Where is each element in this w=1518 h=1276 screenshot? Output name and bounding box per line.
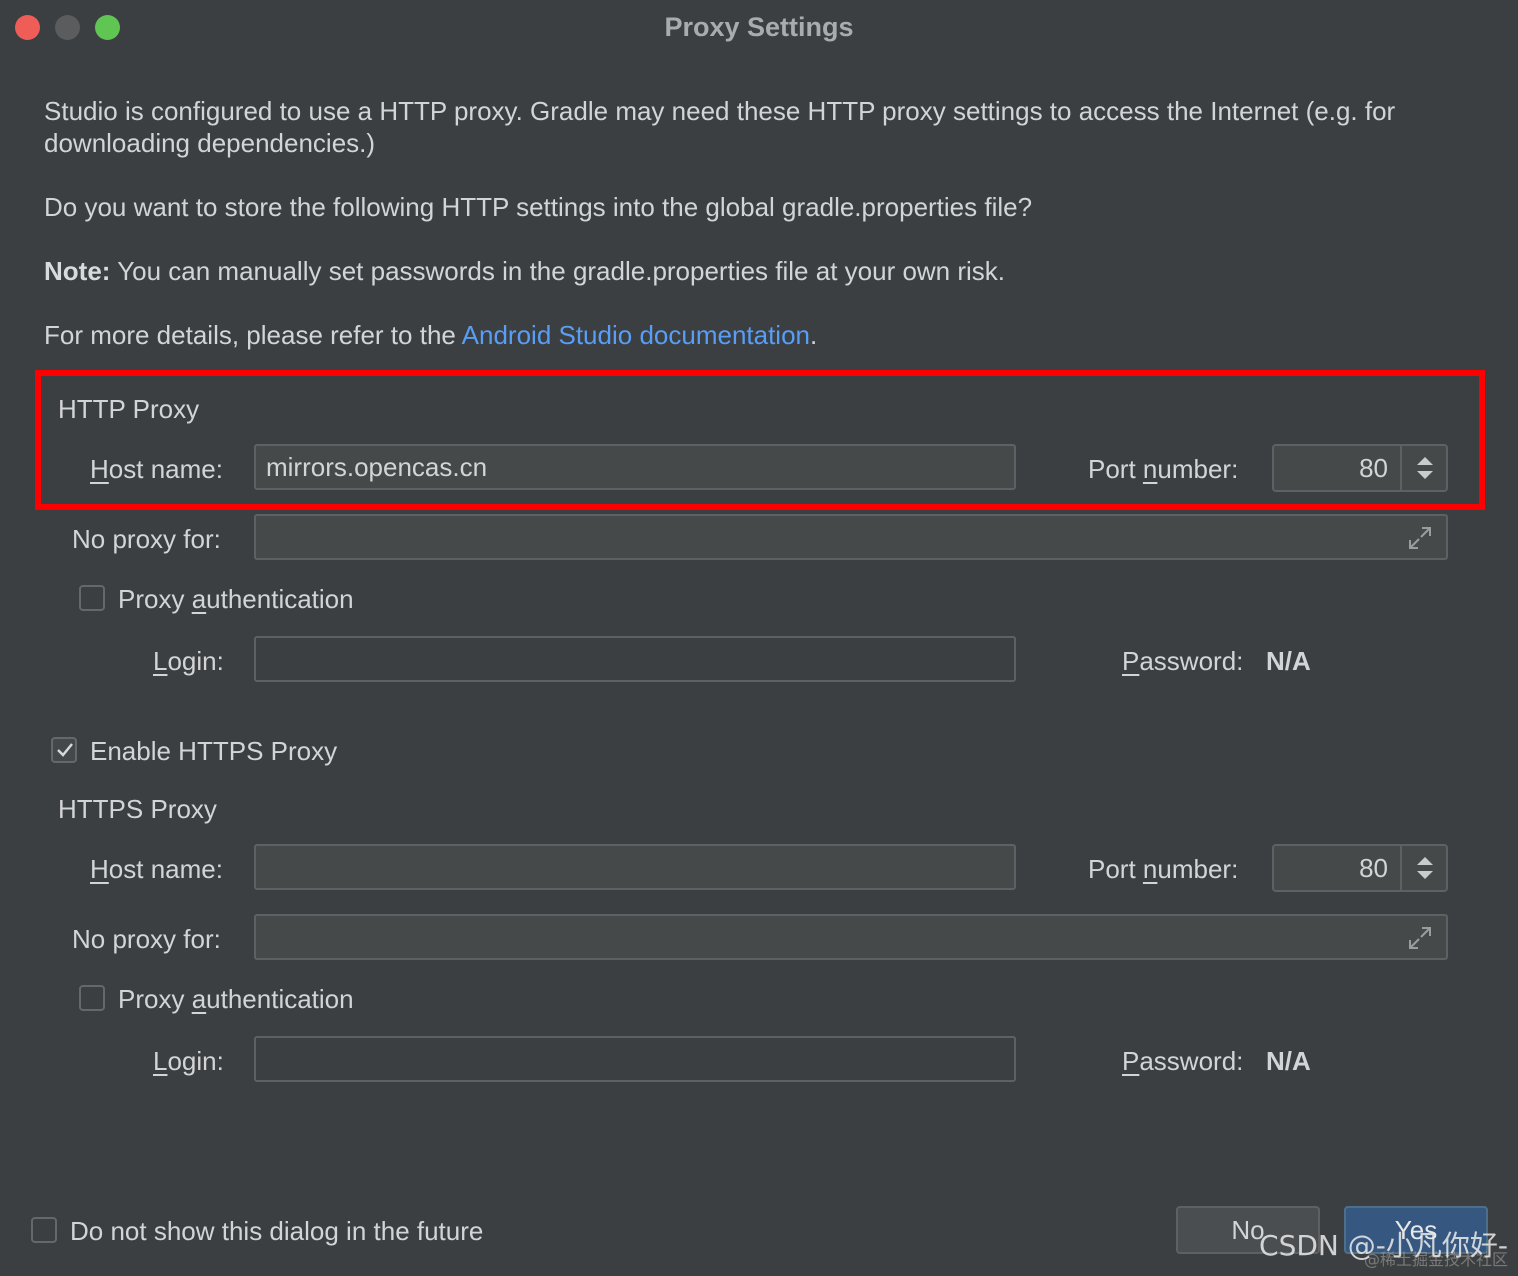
- details-prefix: For more details, please refer to the: [44, 320, 462, 350]
- note-text: You can manually set passwords in the gr…: [110, 256, 1006, 286]
- https-port-number-label: Port number:: [1088, 854, 1239, 884]
- expand-icon[interactable]: [1406, 924, 1434, 952]
- https-port-number-spinner[interactable]: 80: [1272, 844, 1448, 892]
- https-host-name-input[interactable]: [254, 844, 1016, 890]
- https-no-proxy-label: No proxy for:: [72, 924, 221, 954]
- http-proxy-authentication-label[interactable]: Proxy authentication: [118, 584, 354, 615]
- http-no-proxy-input[interactable]: [254, 514, 1448, 560]
- https-proxy-section-title: HTTPS Proxy: [58, 794, 217, 824]
- enable-https-proxy-checkbox[interactable]: [51, 737, 77, 763]
- https-port-number-value[interactable]: 80: [1359, 846, 1388, 890]
- https-no-proxy-input[interactable]: [254, 914, 1448, 960]
- https-login-input[interactable]: [254, 1036, 1016, 1082]
- details-suffix: .: [810, 320, 818, 350]
- http-no-proxy-label: No proxy for:: [72, 524, 221, 554]
- https-host-name-label: Host name:: [90, 854, 223, 884]
- https-password-value: N/A: [1266, 1046, 1311, 1076]
- enable-https-proxy-label[interactable]: Enable HTTPS Proxy: [90, 736, 337, 767]
- watermark-text: CSDN @-小凡你好-: [1259, 1229, 1508, 1262]
- checkmark-icon: [57, 743, 73, 757]
- spinner-arrows-icon[interactable]: [1414, 854, 1436, 882]
- proxy-settings-dialog: Proxy Settings Studio is configured to u…: [0, 0, 1518, 1276]
- https-proxy-authentication-checkbox[interactable]: [79, 985, 105, 1011]
- highlight-annotation-box: [35, 370, 1485, 510]
- intro-paragraph-note: Note: You can manually set passwords in …: [44, 255, 1464, 287]
- http-password-value: N/A: [1266, 646, 1311, 676]
- https-password-label: Password:: [1122, 1046, 1244, 1076]
- do-not-show-again-label[interactable]: Do not show this dialog in the future: [70, 1216, 483, 1247]
- intro-paragraph-details: For more details, please refer to the An…: [44, 319, 1464, 351]
- do-not-show-again-checkbox[interactable]: [31, 1217, 57, 1243]
- intro-paragraph-proxy-info: Studio is configured to use a HTTP proxy…: [44, 96, 1396, 158]
- title-bar: Proxy Settings: [0, 0, 1518, 56]
- documentation-link[interactable]: Android Studio documentation: [462, 320, 810, 350]
- http-proxy-authentication-checkbox[interactable]: [79, 585, 105, 611]
- http-login-input[interactable]: [254, 636, 1016, 682]
- note-label: Note:: [44, 256, 111, 286]
- expand-icon[interactable]: [1406, 524, 1434, 552]
- https-login-label: Login:: [153, 1046, 224, 1076]
- intro-paragraph-question: Do you want to store the following HTTP …: [44, 192, 1033, 222]
- http-password-label: Password:: [1122, 646, 1244, 676]
- window-title: Proxy Settings: [664, 12, 854, 42]
- http-login-label: Login:: [153, 646, 224, 676]
- https-proxy-authentication-label[interactable]: Proxy authentication: [118, 984, 354, 1015]
